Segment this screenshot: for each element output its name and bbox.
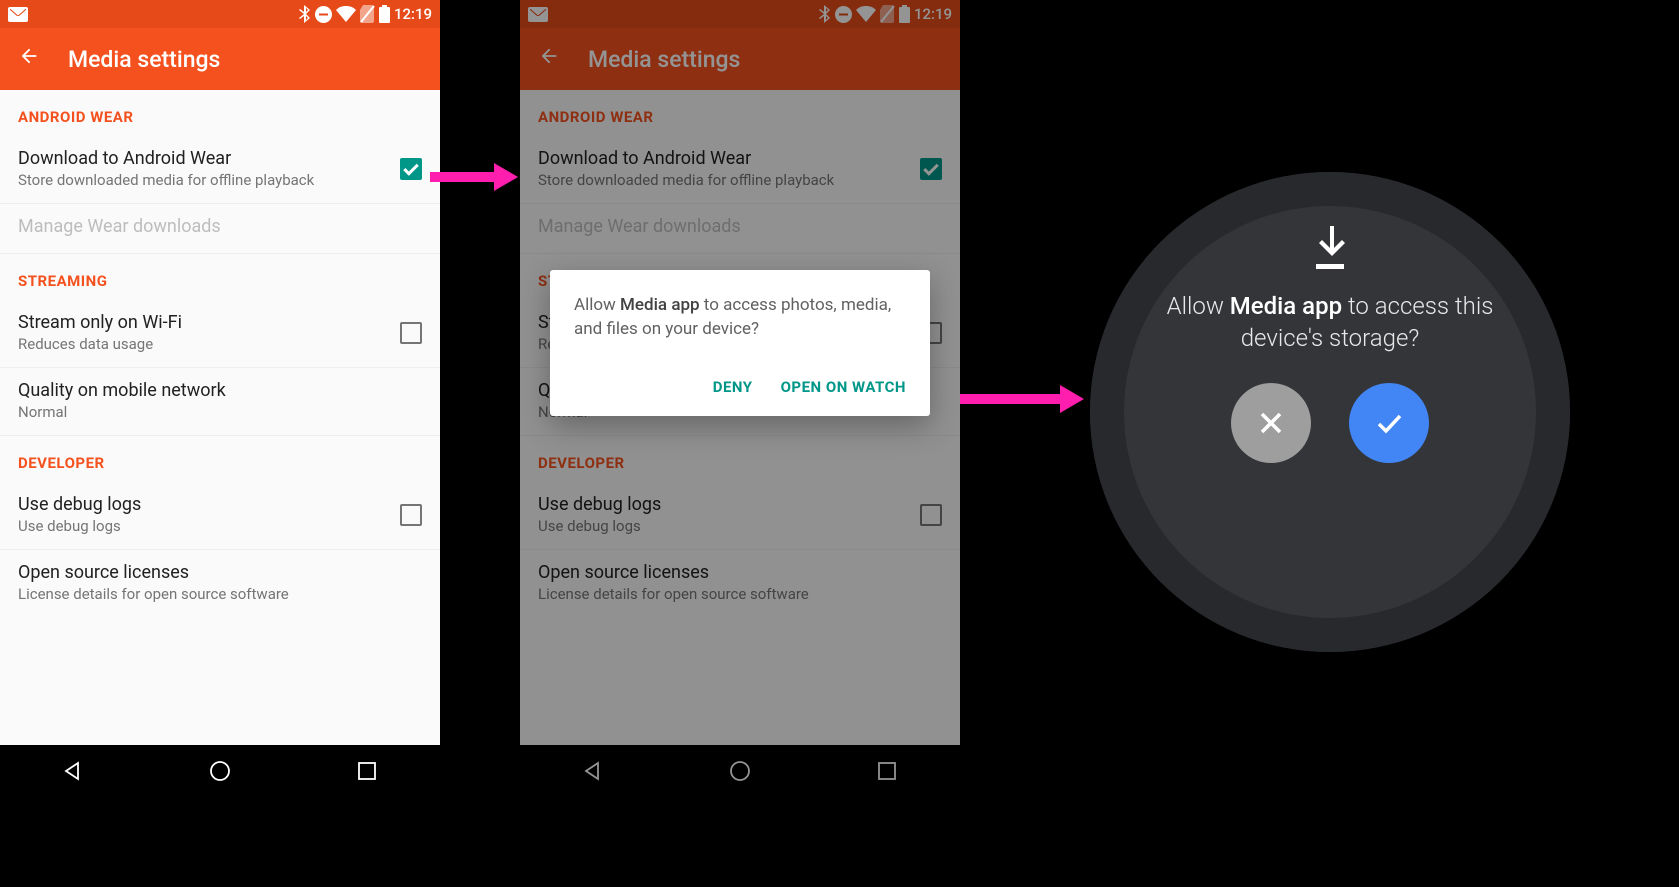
- setting-subtitle: Normal: [18, 403, 422, 421]
- setting-debug-logs[interactable]: Use debug logs Use debug logs: [0, 482, 440, 550]
- status-bar: 12:19: [0, 0, 440, 28]
- section-header-wear: ANDROID WEAR: [0, 90, 440, 136]
- setting-title: Quality on mobile network: [18, 380, 422, 401]
- nav-back-button[interactable]: [61, 759, 85, 783]
- app-bar: Media settings: [0, 28, 440, 90]
- phone-screen-1: 12:19 Media settings ANDROID WEAR Downlo…: [0, 0, 440, 797]
- checkbox-stream-wifi[interactable]: [400, 322, 422, 344]
- back-arrow-icon[interactable]: [18, 45, 40, 73]
- setting-title: Manage Wear downloads: [18, 216, 422, 237]
- section-header-developer: DEVELOPER: [0, 436, 440, 482]
- watch-deny-button[interactable]: [1231, 383, 1311, 463]
- setting-open-source-licenses[interactable]: Open source licenses License details for…: [0, 550, 440, 617]
- nav-recents-button[interactable]: [355, 759, 379, 783]
- dialog-deny-button[interactable]: DENY: [713, 378, 753, 396]
- setting-manage-wear-downloads[interactable]: Manage Wear downloads: [0, 204, 440, 254]
- setting-title: Open source licenses: [18, 562, 422, 583]
- battery-icon: [379, 5, 390, 23]
- bluetooth-icon: [298, 5, 311, 23]
- dnd-icon: [315, 6, 332, 23]
- status-time: 12:19: [394, 5, 432, 23]
- permission-dialog: Allow Media app to access photos, media,…: [550, 270, 930, 416]
- download-icon: [1310, 226, 1350, 276]
- nav-home-button[interactable]: [208, 759, 232, 783]
- page-title: Media settings: [68, 46, 220, 73]
- no-sim-icon: [360, 5, 375, 23]
- wifi-icon: [336, 6, 356, 22]
- setting-subtitle: License details for open source software: [18, 585, 422, 603]
- watch-allow-button[interactable]: [1349, 383, 1429, 463]
- phone-screen-2: 12:19 Media settings ANDROID WEAR Downlo…: [520, 0, 960, 797]
- setting-download-android-wear[interactable]: Download to Android Wear Store downloade…: [0, 136, 440, 204]
- check-icon: [1372, 406, 1406, 440]
- setting-title: Use debug logs: [18, 494, 388, 515]
- setting-subtitle: Use debug logs: [18, 517, 388, 535]
- section-header-streaming: STREAMING: [0, 254, 440, 300]
- watch-screen: Allow Media app to access this device's …: [1090, 172, 1570, 652]
- flow-arrow-icon: [430, 170, 518, 184]
- watch-permission-text: Allow Media app to access this device's …: [1090, 290, 1570, 355]
- flow-arrow-icon: [960, 392, 1084, 406]
- gmail-notification-icon: [8, 7, 28, 22]
- setting-subtitle: Reduces data usage: [18, 335, 388, 353]
- settings-content: ANDROID WEAR Download to Android Wear St…: [0, 90, 440, 745]
- setting-subtitle: Store downloaded media for offline playb…: [18, 171, 388, 189]
- setting-quality-mobile[interactable]: Quality on mobile network Normal: [0, 368, 440, 436]
- permission-dialog-text: Allow Media app to access photos, media,…: [574, 294, 906, 342]
- setting-title: Download to Android Wear: [18, 148, 388, 169]
- setting-stream-wifi-only[interactable]: Stream only on Wi-Fi Reduces data usage: [0, 300, 440, 368]
- setting-title: Stream only on Wi-Fi: [18, 312, 388, 333]
- checkbox-download-wear[interactable]: [400, 158, 422, 180]
- dialog-open-on-watch-button[interactable]: OPEN ON WATCH: [781, 378, 906, 396]
- close-icon: [1256, 408, 1286, 438]
- checkbox-debug-logs[interactable]: [400, 504, 422, 526]
- navigation-bar: [0, 745, 440, 797]
